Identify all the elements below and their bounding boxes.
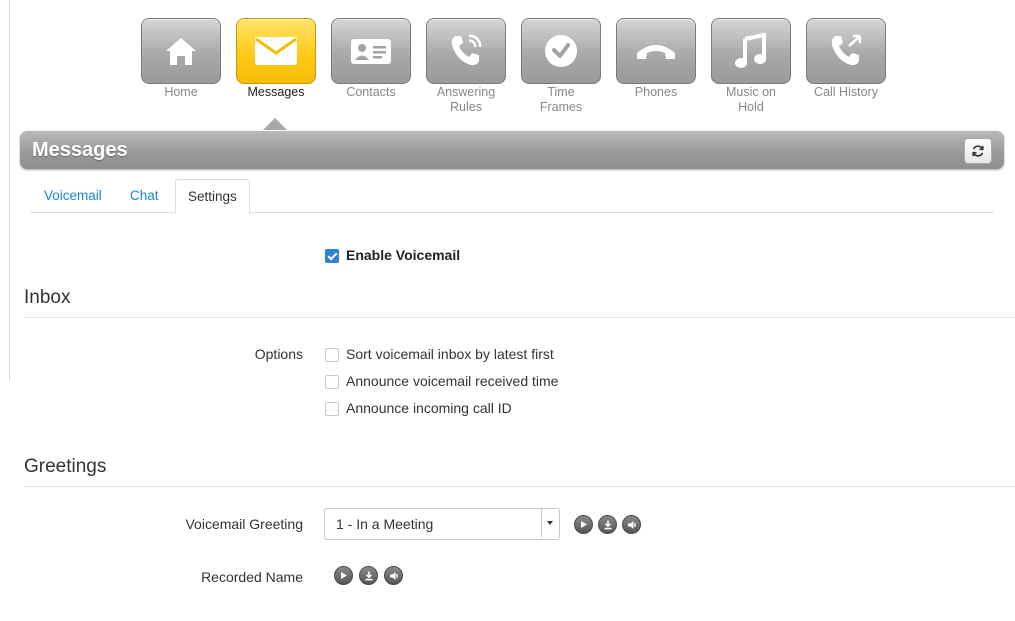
speaker-icon: [627, 520, 636, 529]
chevron-down-icon: [541, 509, 559, 537]
sort-latest-first-label: Sort voicemail inbox by latest first: [346, 346, 554, 362]
greetings-heading: Greetings: [24, 456, 107, 477]
recorded-name-label: Recorded Name: [201, 569, 303, 585]
nav-label-messages: Messages: [247, 85, 305, 99]
nav-label-phones: Phones: [634, 85, 678, 99]
nav-contacts[interactable]: Contacts: [331, 18, 411, 100]
announce-call-id-label: Announce incoming call ID: [346, 400, 512, 416]
contact-card-icon: [331, 18, 411, 84]
greetings-divider: [24, 486, 1015, 487]
nav-answering-rules[interactable]: Answering Rules: [426, 18, 506, 115]
speaker-icon: [389, 571, 398, 580]
handset-icon: [616, 18, 696, 84]
sort-latest-first-checkbox[interactable]: [325, 348, 339, 362]
nav-phones[interactable]: Phones: [616, 18, 696, 100]
nav-label-answering-rules: Answering Rules: [436, 85, 496, 114]
tab-chat[interactable]: Chat: [130, 179, 159, 212]
enable-voicemail-checkbox[interactable]: [325, 249, 339, 263]
download-icon: [365, 571, 372, 580]
announce-call-id-checkbox[interactable]: [325, 402, 339, 416]
nav-label-contacts: Contacts: [346, 85, 396, 99]
download-icon: [604, 520, 611, 529]
call-history-icon: [806, 18, 886, 84]
nav-label-call-history: Call History: [814, 85, 878, 99]
play-icon: [581, 521, 587, 528]
header-bar: Messages: [20, 131, 1004, 169]
tab-voicemail[interactable]: Voicemail: [44, 179, 102, 212]
left-divider: [9, 0, 10, 380]
enable-voicemail-label: Enable Voicemail: [346, 247, 461, 263]
home-icon: [141, 18, 221, 84]
voicemail-greeting-label: Voicemail Greeting: [185, 516, 303, 532]
active-nav-pointer: [263, 118, 287, 130]
envelope-icon: [236, 18, 316, 84]
greeting-play-button[interactable]: [574, 515, 593, 534]
nav-call-history[interactable]: Call History: [806, 18, 886, 100]
greeting-download-button[interactable]: [598, 515, 617, 534]
refresh-icon: [972, 145, 984, 157]
voicemail-greeting-select[interactable]: 1 - In a Meeting: [324, 508, 560, 540]
nav-home[interactable]: Home: [141, 18, 221, 100]
tab-bar: Voicemail Chat Settings: [30, 179, 994, 214]
nav-music-on-hold[interactable]: Music on Hold: [711, 18, 791, 115]
greeting-speaker-button[interactable]: [622, 515, 641, 534]
announce-received-time-label: Announce voicemail received time: [346, 373, 559, 389]
recorded-name-speaker-button[interactable]: [384, 566, 403, 585]
clock-icon: [521, 18, 601, 84]
play-icon: [341, 572, 347, 579]
voicemail-greeting-value: 1 - In a Meeting: [336, 516, 434, 532]
nav-label-music-on-hold: Music on Hold: [725, 85, 777, 114]
music-note-icon: [711, 18, 791, 84]
recorded-name-download-button[interactable]: [359, 566, 378, 585]
inbox-heading: Inbox: [24, 287, 71, 308]
nav-label-time-frames: Time Frames: [539, 85, 583, 114]
announce-received-time-checkbox[interactable]: [325, 375, 339, 389]
tab-settings[interactable]: Settings: [175, 179, 250, 214]
nav-time-frames[interactable]: Time Frames: [521, 18, 601, 115]
recorded-name-play-button[interactable]: [334, 566, 353, 585]
page-title: Messages: [32, 139, 128, 161]
refresh-button[interactable]: [964, 138, 992, 164]
phone-rules-icon: [426, 18, 506, 84]
options-label: Options: [254, 346, 303, 362]
nav-messages[interactable]: Messages: [236, 18, 316, 100]
nav-label-home: Home: [164, 85, 198, 99]
inbox-divider: [24, 317, 1015, 318]
